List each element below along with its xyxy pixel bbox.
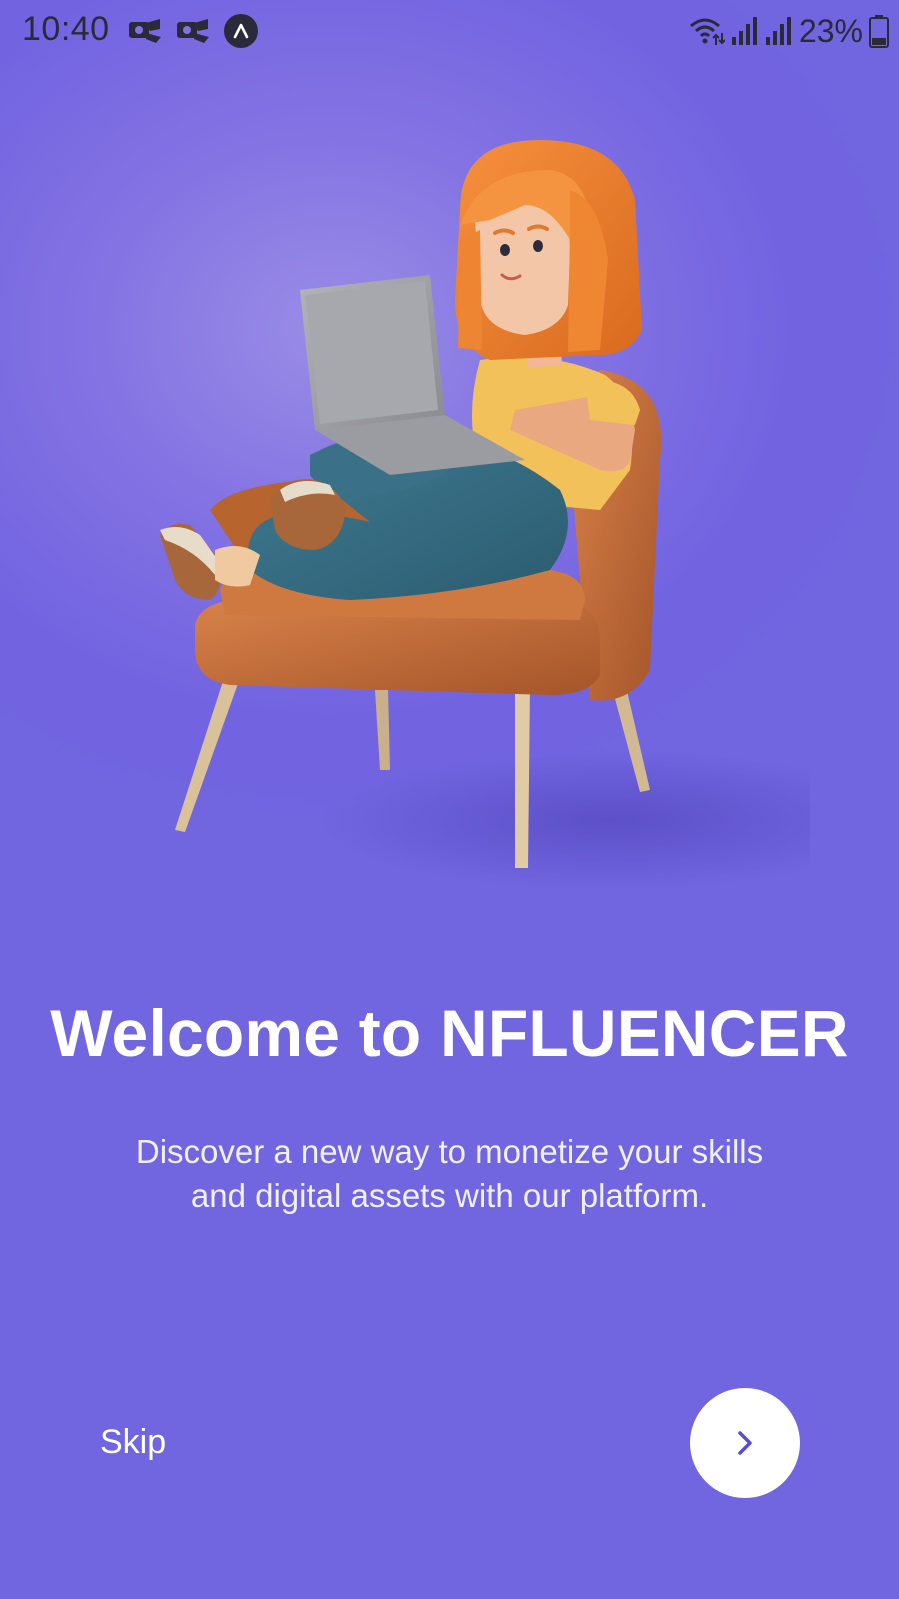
navigation-app-icon bbox=[224, 14, 258, 48]
chevron-right-icon bbox=[738, 1431, 752, 1455]
status-bar: 10:40 23% bbox=[0, 0, 899, 62]
signal-icon bbox=[731, 17, 757, 45]
battery-icon bbox=[869, 15, 889, 48]
welcome-title: Welcome to NFLUENCER bbox=[50, 996, 849, 1070]
signal-icon bbox=[765, 17, 791, 45]
battery-percent: 23% bbox=[798, 12, 863, 49]
next-button[interactable] bbox=[690, 1388, 800, 1498]
onboarding-screen: 10:40 23% Welcome to NFLUENCER Discover … bbox=[0, 0, 899, 1599]
notification-icon bbox=[129, 19, 161, 43]
welcome-subtitle: Discover a new way to monetize your skil… bbox=[60, 1130, 839, 1218]
skip-button[interactable]: Skip bbox=[100, 1423, 166, 1462]
status-notification-icons bbox=[128, 14, 258, 48]
status-right-icons: 23% bbox=[689, 12, 889, 50]
subtitle-line: and digital assets with our platform. bbox=[190, 1177, 709, 1214]
status-time: 10:40 bbox=[22, 10, 110, 48]
notification-icon bbox=[177, 19, 209, 43]
subtitle-line: Discover a new way to monetize your skil… bbox=[135, 1133, 764, 1170]
wifi-icon bbox=[689, 18, 725, 45]
woman-with-laptop-in-armchair-illustration bbox=[160, 140, 810, 890]
